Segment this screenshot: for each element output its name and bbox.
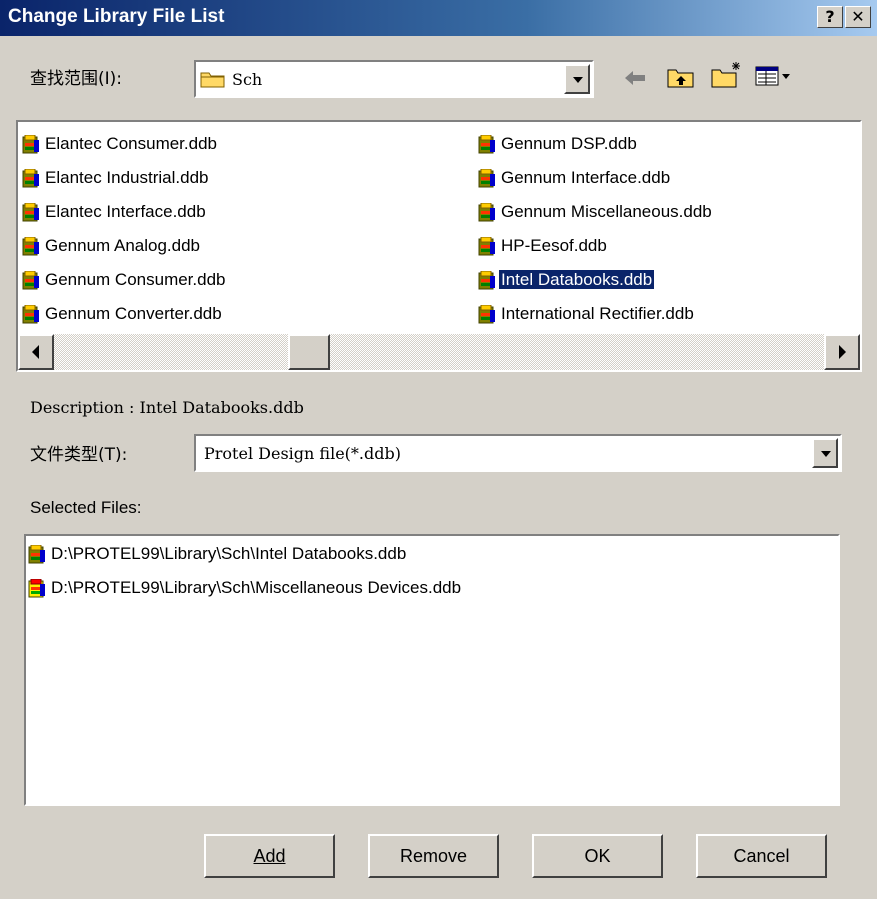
cancel-button[interactable]: Cancel: [696, 834, 827, 878]
ddb-file-icon: [28, 579, 46, 599]
chevron-down-icon: [815, 443, 837, 465]
ddb-file-icon: [478, 237, 496, 257]
ddb-file-icon: [22, 305, 40, 325]
add-button-label: Add: [253, 846, 286, 866]
ddb-file-icon: [22, 237, 40, 257]
window-title: Change Library File List: [8, 6, 225, 27]
chevron-down-icon: [567, 69, 589, 91]
ddb-file-icon: [22, 169, 40, 189]
ddb-file-icon: [478, 169, 496, 189]
list-item[interactable]: Gennum Analog.ddb: [22, 232, 202, 260]
filetype-combobox[interactable]: Protel Design file(*.ddb): [194, 434, 842, 472]
view-menu-icon[interactable]: [754, 64, 794, 92]
description-text: Description : Intel Databooks.ddb: [30, 398, 304, 417]
scroll-left-button[interactable]: [18, 334, 54, 370]
ddb-file-icon: [22, 135, 40, 155]
close-button[interactable]: ✕: [845, 6, 871, 28]
scroll-left-icon: [32, 345, 39, 359]
up-folder-icon[interactable]: [666, 64, 696, 94]
list-item[interactable]: D:\PROTEL99\Library\Sch\Miscellaneous De…: [28, 574, 463, 602]
ddb-file-icon: [478, 135, 496, 155]
ddb-file-icon: [478, 203, 496, 223]
scroll-right-icon: [839, 345, 846, 359]
horizontal-scrollbar[interactable]: [18, 334, 860, 370]
ddb-file-icon: [478, 271, 496, 291]
list-item-selected[interactable]: Intel Databooks.ddb: [478, 266, 656, 294]
ddb-file-icon: [22, 271, 40, 291]
scroll-right-button[interactable]: [824, 334, 860, 370]
scroll-thumb[interactable]: [288, 334, 330, 370]
remove-button[interactable]: Remove: [368, 834, 499, 878]
ok-button[interactable]: OK: [532, 834, 663, 878]
list-item[interactable]: HP-Eesof.ddb: [478, 232, 609, 260]
cancel-button-label: Cancel: [733, 846, 790, 866]
ddb-file-icon: [22, 203, 40, 223]
list-item[interactable]: Gennum Interface.ddb: [478, 164, 672, 192]
filetype-dropdown-button[interactable]: [812, 438, 838, 468]
ok-button-label: OK: [584, 846, 611, 866]
lookin-combobox[interactable]: Sch: [194, 60, 594, 98]
lookin-value: Sch: [232, 70, 263, 89]
title-bar: Change Library File List ? ✕: [0, 0, 877, 36]
list-item[interactable]: Elantec Consumer.ddb: [22, 130, 219, 158]
ddb-file-icon: [28, 545, 46, 565]
folder-icon: [200, 69, 226, 93]
list-item[interactable]: Gennum Miscellaneous.ddb: [478, 198, 714, 226]
add-button[interactable]: Add: [204, 834, 335, 878]
selected-files-list[interactable]: D:\PROTEL99\Library\Sch\Intel Databooks.…: [24, 534, 840, 806]
remove-button-label: Remove: [399, 846, 468, 866]
filetype-value: Protel Design file(*.ddb): [204, 444, 401, 463]
list-item[interactable]: International Rectifier.ddb: [478, 300, 696, 328]
back-arrow-icon[interactable]: [622, 66, 648, 94]
list-item[interactable]: Gennum Converter.ddb: [22, 300, 224, 328]
lookin-label: 查找范围(I):: [30, 69, 123, 89]
list-item[interactable]: Elantec Interface.ddb: [22, 198, 208, 226]
ddb-file-icon: [478, 305, 496, 325]
file-list[interactable]: Elantec Consumer.ddb Elantec Industrial.…: [16, 120, 862, 372]
selected-files-label: Selected Files:: [30, 498, 142, 517]
lookin-dropdown-button[interactable]: [564, 64, 590, 94]
list-item[interactable]: D:\PROTEL99\Library\Sch\Intel Databooks.…: [28, 540, 408, 568]
list-item[interactable]: Gennum Consumer.ddb: [22, 266, 228, 294]
help-button[interactable]: ?: [817, 6, 843, 28]
filetype-label: 文件类型(T):: [30, 445, 128, 465]
new-folder-icon[interactable]: [710, 60, 744, 94]
list-item[interactable]: Gennum DSP.ddb: [478, 130, 639, 158]
list-item[interactable]: Elantec Industrial.ddb: [22, 164, 211, 192]
